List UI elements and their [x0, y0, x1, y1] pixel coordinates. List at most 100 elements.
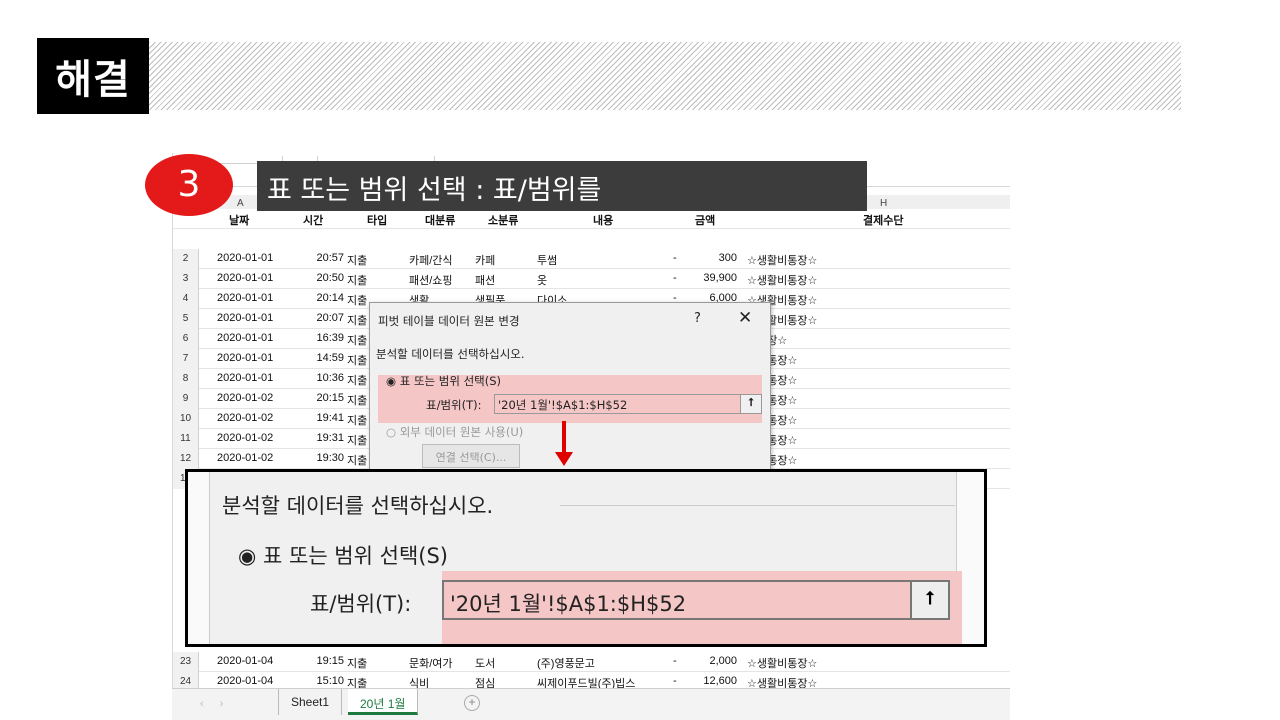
cell-dash[interactable]: -: [673, 655, 677, 667]
cell-date[interactable]: 2020-01-02: [217, 432, 273, 444]
zoom-collapse-button[interactable]: ⭡: [910, 580, 950, 620]
cell-date[interactable]: 2020-01-04: [217, 675, 273, 687]
cell-dash[interactable]: -: [673, 675, 677, 687]
cell-time[interactable]: 19:30: [316, 452, 344, 464]
cell-time[interactable]: 14:59: [316, 352, 344, 364]
cell-time[interactable]: 19:31: [316, 432, 344, 444]
external-radio[interactable]: ○ 외부 데이터 원본 사용(U): [386, 424, 523, 440]
step-number: 3: [145, 154, 233, 216]
cell-date[interactable]: 2020-01-01: [217, 272, 273, 284]
cell-amt[interactable]: 2,000: [709, 655, 737, 667]
row-number[interactable]: 23: [173, 652, 199, 672]
cell-date[interactable]: 2020-01-01: [217, 332, 273, 344]
cell-date[interactable]: 2020-01-01: [217, 292, 273, 304]
external-radio-label: 외부 데이터 원본 사용(U): [399, 425, 524, 439]
cell-cat[interactable]: 카페/간식: [409, 252, 453, 268]
cell-date[interactable]: 2020-01-02: [217, 392, 273, 404]
row-number[interactable]: 7: [173, 349, 199, 369]
zoom-range-radio-label: 표 또는 범위 선택(S): [263, 544, 448, 568]
cell-time[interactable]: 19:15: [316, 655, 344, 667]
collapse-dialog-button[interactable]: ⭡: [740, 394, 762, 414]
cell-amt[interactable]: 39,900: [703, 272, 737, 284]
cell-type[interactable]: 지출: [347, 252, 367, 268]
row-number[interactable]: 5: [173, 309, 199, 329]
cell-time[interactable]: 20:50: [316, 272, 344, 284]
page-title: 해결: [37, 38, 149, 114]
row-number[interactable]: 10: [173, 409, 199, 429]
cell-type[interactable]: 지출: [347, 372, 367, 388]
cell-sub[interactable]: 도서: [475, 655, 495, 671]
tab-20-jan[interactable]: 20년 1월: [348, 689, 419, 715]
cell-time[interactable]: 20:15: [316, 392, 344, 404]
range-radio-label: 표 또는 범위 선택(S): [399, 374, 502, 388]
cell-date[interactable]: 2020-01-01: [217, 252, 273, 264]
add-sheet-icon[interactable]: +: [464, 695, 480, 711]
cell-date[interactable]: 2020-01-02: [217, 412, 273, 424]
cell-dash[interactable]: -: [673, 272, 677, 284]
range-radio[interactable]: ◉ 표 또는 범위 선택(S): [386, 373, 501, 389]
cell-date[interactable]: 2020-01-02: [217, 452, 273, 464]
row-number[interactable]: 8: [173, 369, 199, 389]
cell-time[interactable]: 20:57: [316, 252, 344, 264]
cell-time[interactable]: 15:10: [316, 675, 344, 687]
row-number[interactable]: 11: [173, 429, 199, 449]
row-number[interactable]: 6: [173, 329, 199, 349]
table-row: 3 2020-01-01 20:50 지출 패션/쇼핑 패션 옷 - 39,900 ☆생활비통장☆: [173, 269, 1010, 289]
row-number[interactable]: 9: [173, 389, 199, 409]
cell-type[interactable]: 지출: [347, 412, 367, 428]
cell-time[interactable]: 10:36: [316, 372, 344, 384]
pivot-source-dialog[interactable]: 피벗 테이블 데이터 원본 변경 ? ✕ 분석할 데이터를 선택하십시오. ◉ …: [369, 302, 771, 477]
col-header-amount: 금액: [695, 215, 716, 227]
cell-sub[interactable]: 카페: [475, 252, 495, 268]
tab-nav-arrows[interactable]: ‹›: [200, 698, 239, 710]
zoom-range-input[interactable]: '20년 1월'!$A$1:$H$52: [442, 580, 912, 620]
zoom-range-radio[interactable]: ◉ 표 또는 범위 선택(S): [238, 540, 448, 570]
cell-desc[interactable]: 투썸: [537, 252, 557, 268]
arrow-line: [562, 421, 566, 455]
cell-dash[interactable]: -: [673, 252, 677, 264]
help-button[interactable]: ?: [694, 311, 701, 326]
cell-date[interactable]: 2020-01-04: [217, 655, 273, 667]
cell-amt[interactable]: 300: [719, 252, 737, 264]
cell-time[interactable]: 20:07: [316, 312, 344, 324]
upload-arrow-icon: ⭡: [748, 396, 754, 409]
header-row: 날짜 시간 타입 대분류 소분류 내용 금액 결제수단: [173, 209, 1010, 229]
row-number[interactable]: 12: [173, 449, 199, 469]
cell-time[interactable]: 20:14: [316, 292, 344, 304]
col-header-date: 날짜: [229, 215, 250, 227]
cell-cat[interactable]: 패션/쇼핑: [409, 272, 453, 288]
radio-selected-icon: ◉: [386, 374, 400, 388]
cell-amt[interactable]: 12,600: [703, 675, 737, 687]
sheet-tabs: ‹› Sheet1 20년 1월 +: [172, 688, 1010, 720]
cell-desc[interactable]: (주)영풍문고: [537, 655, 595, 671]
cell-pay[interactable]: ☆생활비통장☆: [747, 272, 817, 288]
cell-type[interactable]: 지출: [347, 332, 367, 348]
cell-type[interactable]: 지출: [347, 312, 367, 328]
arrow-down-icon: [555, 452, 573, 466]
tab-sheet1[interactable]: Sheet1: [278, 689, 343, 715]
cell-cat[interactable]: 문화/여가: [409, 655, 453, 671]
cell-date[interactable]: 2020-01-01: [217, 352, 273, 364]
cell-type[interactable]: 지출: [347, 292, 367, 308]
cell-sub[interactable]: 패션: [475, 272, 495, 288]
choose-connection-button[interactable]: 연결 선택(C)...: [422, 444, 520, 468]
cell-time[interactable]: 19:41: [316, 412, 344, 424]
row-number[interactable]: 4: [173, 289, 199, 309]
cell-type[interactable]: 지출: [347, 452, 367, 468]
cell-type[interactable]: 지출: [347, 392, 367, 408]
cell-pay[interactable]: ☆생활비통장☆: [747, 252, 817, 268]
cell-type[interactable]: 지출: [347, 655, 367, 671]
cell-type[interactable]: 지출: [347, 272, 367, 288]
row-number[interactable]: 2: [173, 249, 199, 269]
cell-time[interactable]: 16:39: [316, 332, 344, 344]
close-icon[interactable]: ✕: [738, 308, 752, 328]
row-number[interactable]: 3: [173, 269, 199, 289]
range-input[interactable]: '20년 1월'!$A$1:$H$52: [494, 394, 742, 414]
cell-type[interactable]: 지출: [347, 352, 367, 368]
cell-type[interactable]: 지출: [347, 432, 367, 448]
table-row: 2 2020-01-01 20:57 지출 카페/간식 카페 투썸 - 300 ☆생활비통장☆: [173, 249, 1010, 269]
cell-date[interactable]: 2020-01-01: [217, 312, 273, 324]
cell-date[interactable]: 2020-01-01: [217, 372, 273, 384]
cell-desc[interactable]: 옷: [537, 272, 547, 288]
cell-pay[interactable]: ☆생활비통장☆: [747, 655, 817, 671]
